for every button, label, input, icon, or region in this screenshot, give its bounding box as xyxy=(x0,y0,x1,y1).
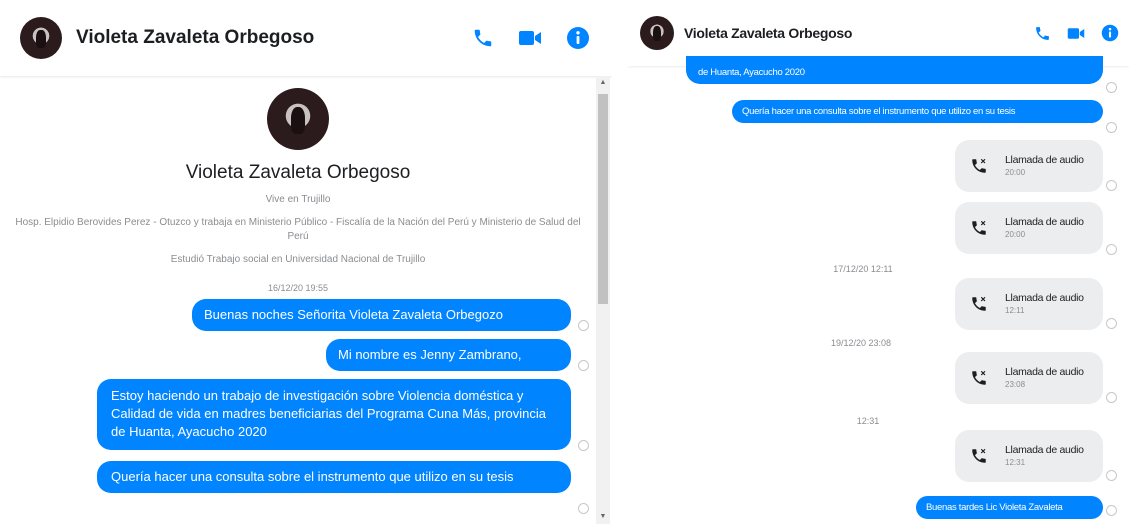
message-timestamp: 16/12/20 19:55 xyxy=(267,283,329,293)
profile-avatar[interactable] xyxy=(267,88,329,150)
profile-work: Hosp. Elpidio Berovides Perez - Otuzco y… xyxy=(15,217,581,242)
seen-indicator xyxy=(1106,82,1117,93)
call-title: Llamada de audio xyxy=(1005,366,1084,379)
call-time: 20:00 xyxy=(1005,167,1026,177)
seen-indicator xyxy=(1106,122,1117,133)
seen-indicator xyxy=(1106,180,1117,191)
chat-panel-right: Violeta Zavaleta Orbegoso de Huanta, Aya… xyxy=(628,0,1129,524)
call-time: 12:11 xyxy=(1005,305,1025,315)
message-bubble[interactable]: Quería hacer una consulta sobre el instr… xyxy=(732,100,1103,124)
seen-indicator xyxy=(1106,392,1117,403)
seen-indicator xyxy=(578,360,589,371)
message-timestamp: 19/12/20 23:08 xyxy=(830,338,892,348)
info-icon[interactable] xyxy=(566,26,590,50)
audio-call-card[interactable]: Llamada de audio 12:11 xyxy=(955,278,1103,330)
seen-indicator xyxy=(578,440,589,451)
info-icon[interactable] xyxy=(1101,24,1119,42)
message-bubble[interactable]: de Huanta, Ayacucho 2020 xyxy=(686,56,1103,85)
video-icon[interactable] xyxy=(1067,25,1085,42)
avatar[interactable] xyxy=(640,16,674,50)
call-time: 12:31 xyxy=(1005,457,1026,467)
scrollbar[interactable]: ▲ ▼ xyxy=(596,76,610,524)
profile-name: Violeta Zavaleta Orbegoso xyxy=(185,162,411,183)
chat-header: Violeta Zavaleta Orbegoso xyxy=(0,0,612,76)
message-timestamp: 17/12/20 12:11 xyxy=(833,264,893,274)
audio-call-card[interactable]: Llamada de audio 20:00 xyxy=(955,202,1103,254)
phone-icon[interactable] xyxy=(1034,25,1051,42)
scroll-thumb[interactable] xyxy=(598,94,608,304)
profile-location: Vive en Trujillo xyxy=(265,194,331,205)
message-bubble[interactable]: Buenas noches Señorita Violeta Zavaleta … xyxy=(192,299,571,332)
incoming-call-icon xyxy=(967,292,991,316)
avatar[interactable] xyxy=(20,17,62,59)
call-title: Llamada de audio xyxy=(1005,292,1084,305)
seen-indicator xyxy=(1106,244,1117,255)
seen-indicator xyxy=(1106,318,1117,329)
header-actions xyxy=(472,0,590,76)
message-bubble[interactable]: Estoy haciendo un trabajo de investigaci… xyxy=(97,379,571,450)
call-title: Llamada de audio xyxy=(1005,154,1084,167)
audio-call-card[interactable]: Llamada de audio 12:31 xyxy=(955,430,1103,482)
profile-education: Estudió Trabajo social en Universidad Na… xyxy=(170,254,426,265)
incoming-call-icon xyxy=(967,366,991,390)
call-time: 23:08 xyxy=(1005,379,1026,389)
profile-summary: Violeta Zavaleta Orbegoso Vive en Trujil… xyxy=(0,88,596,267)
scroll-down-arrow[interactable]: ▼ xyxy=(596,512,610,522)
scroll-up-arrow[interactable]: ▲ xyxy=(596,78,610,88)
incoming-call-icon xyxy=(967,154,991,178)
call-title: Llamada de audio xyxy=(1005,444,1084,457)
chat-panel-left: Violeta Zavaleta Orbegoso Violeta Zavale… xyxy=(0,0,612,524)
seen-indicator xyxy=(1106,505,1117,516)
video-icon[interactable] xyxy=(518,27,542,49)
call-time: 20:00 xyxy=(1005,229,1026,239)
audio-call-card[interactable]: Llamada de audio 20:00 xyxy=(955,140,1103,192)
contact-name[interactable]: Violeta Zavaleta Orbegoso xyxy=(76,27,314,49)
call-title: Llamada de audio xyxy=(1005,216,1084,229)
seen-indicator xyxy=(1106,470,1117,481)
message-bubble[interactable]: Mi nombre es Jenny Zambrano, xyxy=(326,339,571,372)
seen-indicator xyxy=(578,503,589,514)
incoming-call-icon xyxy=(967,216,991,240)
message-bubble[interactable]: Buenas tardes Lic Violeta Zavaleta xyxy=(916,496,1103,520)
message-timestamp: 12:31 xyxy=(856,416,880,426)
contact-name[interactable]: Violeta Zavaleta Orbegoso xyxy=(684,25,852,41)
message-bubble[interactable]: Quería hacer una consulta sobre el instr… xyxy=(97,461,571,494)
incoming-call-icon xyxy=(967,444,991,468)
audio-call-card[interactable]: Llamada de audio 23:08 xyxy=(955,352,1103,404)
phone-icon[interactable] xyxy=(472,27,494,49)
seen-indicator xyxy=(578,320,589,331)
